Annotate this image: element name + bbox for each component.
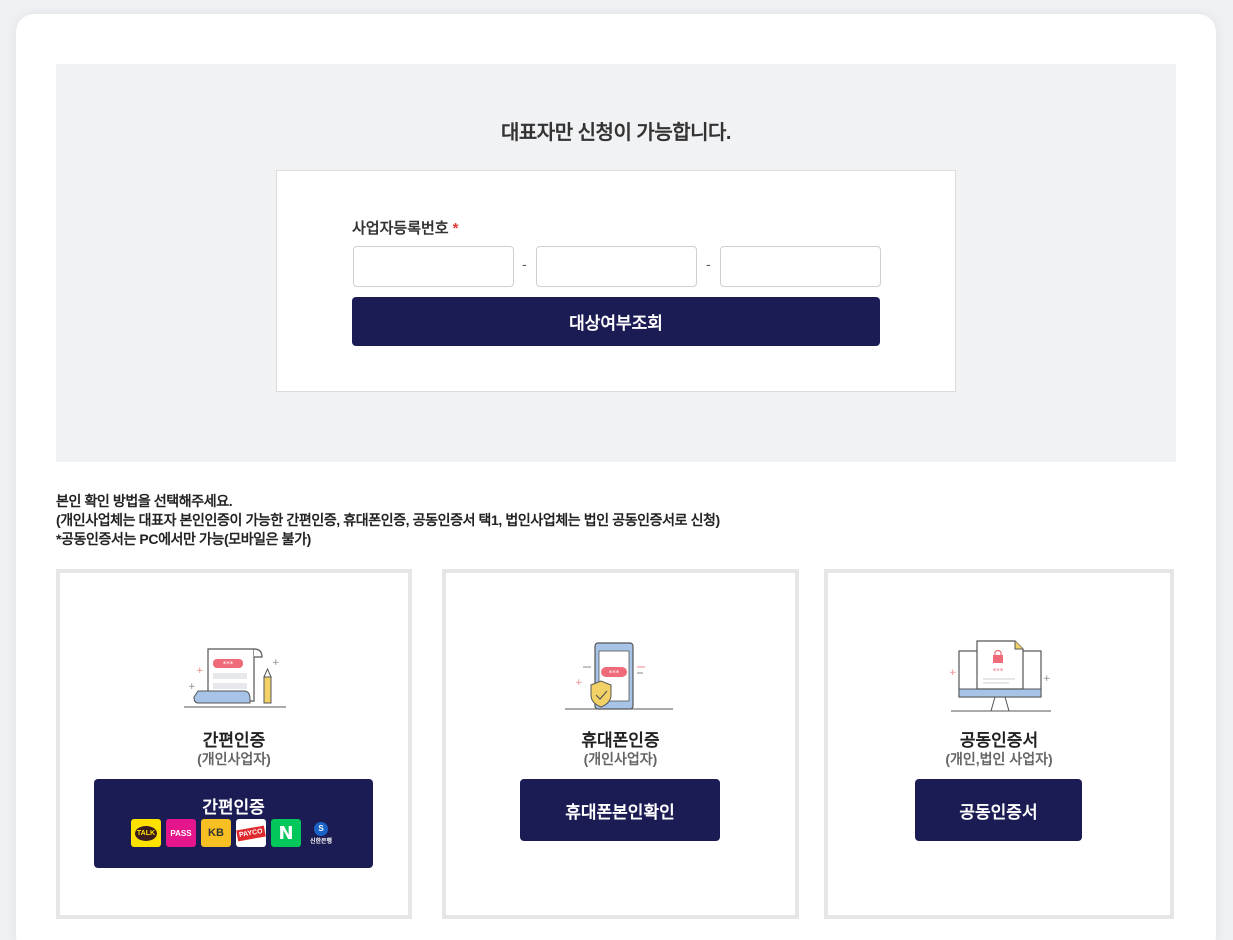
eligibility-panel: 대표자만 신청이 가능합니다. 사업자등록번호 * - - 대상여부조회 [56, 64, 1176, 462]
phone-auth-button[interactable]: 휴대폰본인확인 [520, 779, 720, 841]
svg-text:***: *** [223, 660, 234, 668]
svg-text:+: + [196, 666, 204, 676]
brn-separator-1: - [522, 256, 527, 272]
simple-auth-button-label: 간편인증 [202, 798, 265, 817]
svg-text:+: + [272, 658, 280, 668]
certificate-auth-button[interactable]: 공동인증서 [915, 779, 1082, 841]
svg-text:+: + [1043, 674, 1051, 684]
notice-line-3: *공동인증서는 PC에서만 가능(모바일은 불가) [56, 531, 311, 547]
phone-auth-card: *** + 휴대폰인증 (개인사업자) 휴대폰본인확인 [442, 569, 799, 919]
phone-auth-title: 휴대폰인증 [581, 731, 660, 750]
certificate-auth-card: *** + + 공동인증서 (개인,법인 사업자) 공동인증서 [824, 569, 1174, 919]
phone-auth-subtitle: (개인사업자) [583, 751, 658, 767]
simple-auth-subtitle: (개인사업자) [197, 751, 271, 767]
auth-provider-list: TALK PASS KB PAYCO N S 신한은행 [94, 819, 373, 847]
eligibility-lookup-button[interactable]: 대상여부조회 [352, 297, 880, 346]
brn-input-part-2[interactable] [536, 246, 697, 287]
svg-text:***: *** [993, 667, 1004, 675]
brn-label-text: 사업자등록번호 [352, 220, 449, 237]
brn-input-part-1[interactable] [353, 246, 514, 287]
notice-line-1: 본인 확인 방법을 선택해주세요. [56, 493, 233, 509]
certificate-auth-title: 공동인증서 [959, 731, 1039, 750]
svg-text:***: *** [608, 669, 619, 677]
naver-icon: N [271, 819, 301, 847]
svg-text:+: + [575, 678, 583, 688]
eligibility-title: 대표자만 신청이 가능합니다. [501, 122, 731, 144]
brn-form: 사업자등록번호 * - - 대상여부조회 [276, 170, 956, 392]
simple-auth-title: 간편인증 [202, 731, 266, 750]
auth-notice: 본인 확인 방법을 선택해주세요. (개인사업체는 대표자 본인인증이 가능한 … [56, 492, 720, 549]
pass-icon: PASS [166, 819, 196, 847]
brn-label: 사업자등록번호 * [352, 217, 458, 238]
svg-text:+: + [949, 668, 957, 678]
smartphone-shield-icon: *** + [446, 637, 795, 715]
kakao-icon: TALK [131, 819, 161, 847]
monitor-certificate-icon: *** + + [828, 637, 1170, 715]
simple-auth-button[interactable]: 간편인증 TALK PASS KB PAYCO N S 신한은행 [94, 779, 373, 868]
certificate-auth-subtitle: (개인,법인 사업자) [945, 751, 1053, 767]
notice-line-2: (개인사업체는 대표자 본인인증이 가능한 간편인증, 휴대폰인증, 공동인증서… [56, 512, 720, 528]
brn-input-row: - - [353, 246, 881, 287]
kb-icon: KB [201, 819, 231, 847]
svg-text:+: + [188, 682, 196, 692]
required-mark: * [452, 220, 459, 237]
main-card: 대표자만 신청이 가능합니다. 사업자등록번호 * - - 대상여부조회 본인 확… [16, 14, 1216, 940]
shinhan-icon: S 신한은행 [306, 819, 336, 847]
brn-separator-2: - [706, 256, 711, 272]
brn-input-part-3[interactable] [720, 246, 881, 287]
simple-auth-card: *** + + + 간편인증 (개인사업자) 간편인증 TALK PASS KB… [56, 569, 412, 919]
document-scroll-icon: *** + + + [60, 637, 408, 715]
payco-icon: PAYCO [236, 819, 266, 847]
